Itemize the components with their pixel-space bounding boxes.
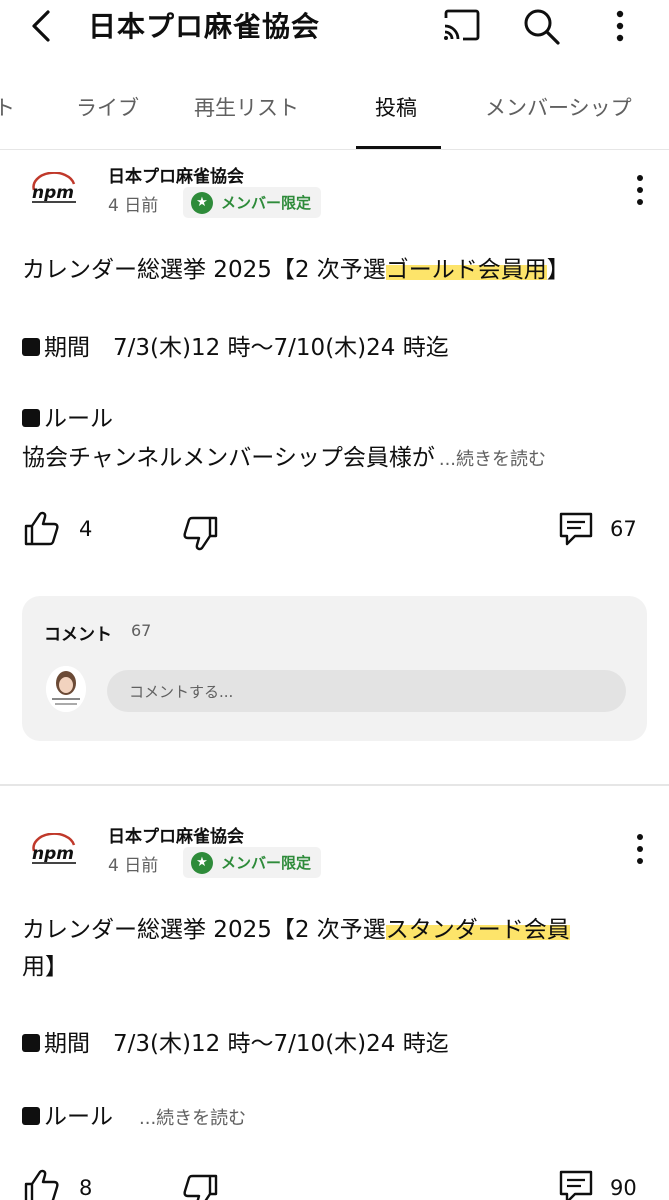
like-count: 8 bbox=[79, 1176, 93, 1200]
channel-title: 日本プロ麻雀協会 bbox=[88, 10, 321, 43]
comments-card[interactable]: コメント 67 コメントする... bbox=[22, 596, 647, 741]
svg-text:npm: npm bbox=[32, 844, 74, 864]
comments-count: 67 bbox=[131, 621, 152, 640]
svg-text:npm: npm bbox=[32, 183, 74, 203]
channel-logo-icon[interactable]: npm bbox=[28, 833, 80, 867]
post-divider bbox=[0, 784, 669, 786]
bullet-square-icon bbox=[22, 338, 40, 356]
post-more-icon[interactable] bbox=[625, 829, 655, 869]
badge-label: メンバー限定 bbox=[221, 194, 312, 212]
dislike-icon[interactable] bbox=[182, 1172, 220, 1200]
tab-membership[interactable]: メンバーシップ bbox=[485, 92, 632, 122]
more-vert-icon[interactable] bbox=[605, 6, 635, 46]
post-text-line: 協会チャンネルメンバーシップ会員様が ...続きを読む bbox=[22, 445, 547, 471]
post-channel-name[interactable]: 日本プロ麻雀協会 bbox=[108, 162, 244, 187]
comment-input[interactable]: コメントする... bbox=[107, 670, 626, 712]
post-text-line: カレンダー総選挙 2025【2 次予選ゴールド会員用】 bbox=[22, 257, 570, 283]
comment-icon[interactable] bbox=[557, 1168, 595, 1200]
comments-title: コメント bbox=[44, 625, 112, 645]
post-text-line: 期間 7/3(木)12 時〜7/10(木)24 時迄 bbox=[22, 1030, 449, 1060]
tab-playlists[interactable]: 再生リスト bbox=[194, 92, 299, 122]
post-more-icon[interactable] bbox=[625, 170, 655, 210]
comment-count: 90 bbox=[610, 1176, 637, 1200]
star-icon: ★ bbox=[191, 851, 213, 874]
bullet-square-icon bbox=[22, 409, 40, 427]
cast-icon[interactable] bbox=[440, 6, 482, 44]
search-icon[interactable] bbox=[521, 6, 561, 46]
comment-count: 67 bbox=[610, 517, 637, 541]
read-more-link[interactable]: ...続きを読む bbox=[139, 1108, 246, 1129]
post-text-line: 期間 7/3(木)12 時〜7/10(木)24 時迄 bbox=[22, 334, 449, 364]
tab-posts[interactable]: 投稿 bbox=[375, 92, 417, 122]
post-age: 4 日前 bbox=[108, 856, 159, 876]
post-age: 4 日前 bbox=[108, 196, 159, 216]
channel-tabs: ト ライブ 再生リスト 投稿 メンバーシップ bbox=[0, 80, 669, 150]
comment-icon[interactable] bbox=[557, 510, 595, 548]
channel-logo-icon[interactable]: npm bbox=[28, 172, 80, 206]
like-icon[interactable] bbox=[22, 1168, 60, 1200]
post-text-line: ルール bbox=[22, 405, 113, 435]
dislike-icon[interactable] bbox=[182, 514, 220, 552]
like-count: 4 bbox=[79, 517, 93, 541]
members-only-badge: ★ メンバー限定 bbox=[183, 847, 322, 878]
back-arrow-icon[interactable] bbox=[22, 4, 62, 48]
post-text-line: カレンダー総選挙 2025【2 次予選スタンダード会員 bbox=[22, 917, 570, 943]
post-text-line: 用】 bbox=[22, 954, 68, 980]
badge-label: メンバー限定 bbox=[221, 854, 312, 872]
members-only-badge: ★ メンバー限定 bbox=[183, 187, 322, 218]
like-icon[interactable] bbox=[22, 510, 60, 548]
user-avatar bbox=[46, 666, 86, 712]
tab-partial[interactable]: ト bbox=[0, 92, 15, 122]
post-text-line: ルール ...続きを読む bbox=[22, 1103, 246, 1133]
tab-live[interactable]: ライブ bbox=[76, 92, 139, 122]
bullet-square-icon bbox=[22, 1107, 40, 1125]
active-tab-indicator bbox=[356, 146, 441, 149]
star-icon: ★ bbox=[191, 191, 213, 214]
bullet-square-icon bbox=[22, 1034, 40, 1052]
top-app-bar: 日本プロ麻雀協会 bbox=[0, 0, 669, 52]
read-more-link[interactable]: ...続きを読む bbox=[439, 449, 546, 470]
post-channel-name[interactable]: 日本プロ麻雀協会 bbox=[108, 822, 244, 847]
